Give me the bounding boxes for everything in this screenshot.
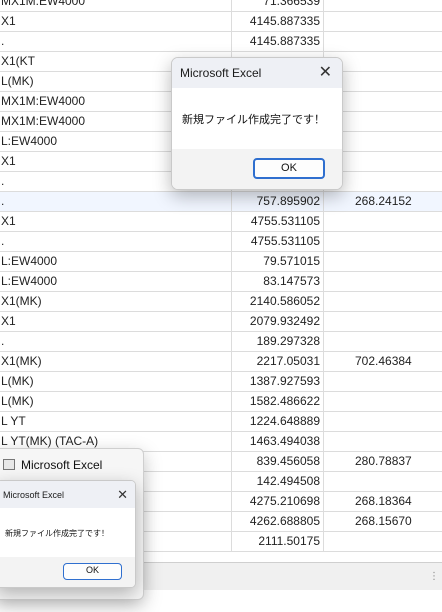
- cell-value[interactable]: 4145.887335: [232, 32, 324, 51]
- cell-name[interactable]: X1: [0, 312, 232, 331]
- cell-value[interactable]: 1582.486622: [232, 392, 324, 411]
- cell-extra-text: 702.46384: [355, 354, 412, 368]
- cell-name[interactable]: L(MK): [0, 392, 232, 411]
- cell-extra[interactable]: [324, 12, 442, 31]
- cell-name[interactable]: X1(MK): [0, 352, 232, 371]
- dialog-message: 新規ファイル作成完了です！: [182, 114, 325, 126]
- cell-extra[interactable]: [324, 532, 442, 551]
- cell-extra[interactable]: [324, 392, 442, 411]
- table-row[interactable]: . 757.895902 268.24152: [0, 192, 442, 212]
- cell-name[interactable]: X1(MK): [0, 292, 232, 311]
- cell-name[interactable]: X1: [0, 212, 232, 231]
- cell-extra[interactable]: [324, 0, 442, 11]
- excel-window-title: Microsoft Excel: [21, 458, 103, 472]
- cell-value[interactable]: 1224.648889: [232, 412, 324, 431]
- cell-name[interactable]: .: [0, 332, 232, 351]
- cell-value[interactable]: 79.571015: [232, 252, 324, 271]
- dialog-title-bar: Microsoft Excel ✕: [172, 58, 342, 88]
- table-row[interactable]: L:EW4000 79.571015: [0, 252, 442, 272]
- cell-extra[interactable]: [324, 252, 442, 271]
- cell-value[interactable]: 2111.50175: [232, 532, 324, 551]
- cell-extra[interactable]: [324, 332, 442, 351]
- cell-value[interactable]: 83.147573: [232, 272, 324, 291]
- table-row[interactable]: MX1M:EW4000 71.366539: [0, 0, 442, 12]
- small-dialog-footer: OK: [0, 557, 135, 587]
- small-message-dialog: Microsoft Excel ✕ 新規ファイル作成完了です！ OK: [0, 480, 136, 588]
- cell-value[interactable]: 2140.586052: [232, 292, 324, 311]
- small-dialog-title-bar: Microsoft Excel ✕: [0, 481, 135, 508]
- cell-extra[interactable]: 268.18364: [324, 492, 442, 511]
- table-row[interactable]: L YT 1224.648889: [0, 412, 442, 432]
- cell-extra[interactable]: [324, 472, 442, 491]
- more-options-icon[interactable]: ⋮: [429, 571, 440, 582]
- table-row[interactable]: L:EW4000 83.147573: [0, 272, 442, 292]
- table-row[interactable]: X1(MK) 2140.586052: [0, 292, 442, 312]
- cell-value[interactable]: 757.895902: [232, 192, 324, 211]
- small-close-icon[interactable]: ✕: [117, 488, 128, 501]
- cell-value[interactable]: 4145.887335: [232, 12, 324, 31]
- cell-value[interactable]: 4275.210698: [232, 492, 324, 511]
- message-dialog: Microsoft Excel ✕ 新規ファイル作成完了です！ OK: [171, 57, 343, 190]
- table-row[interactable]: X1 4145.887335: [0, 12, 442, 32]
- window-icon: [3, 459, 15, 470]
- ok-button[interactable]: OK: [253, 158, 325, 179]
- cell-name[interactable]: X1: [0, 12, 232, 31]
- cell-value[interactable]: 71.366539: [232, 0, 324, 11]
- cell-value[interactable]: 2079.932492: [232, 312, 324, 331]
- cell-value[interactable]: 1387.927593: [232, 372, 324, 391]
- table-row[interactable]: X1 4755.531105: [0, 212, 442, 232]
- cell-value[interactable]: 142.494508: [232, 472, 324, 491]
- cell-value[interactable]: 4755.531105: [232, 212, 324, 231]
- cell-extra[interactable]: 268.15670: [324, 512, 442, 531]
- table-row[interactable]: L(MK) 1582.486622: [0, 392, 442, 412]
- cell-name[interactable]: .: [0, 232, 232, 251]
- cell-name[interactable]: L(MK): [0, 372, 232, 391]
- table-row[interactable]: X1(MK) 2217.05031 702.46384: [0, 352, 442, 372]
- dialog-footer: OK: [172, 149, 342, 189]
- cell-value[interactable]: 4262.688805: [232, 512, 324, 531]
- cell-extra[interactable]: [324, 412, 442, 431]
- small-ok-button[interactable]: OK: [63, 563, 122, 580]
- cell-extra[interactable]: [324, 32, 442, 51]
- small-dialog-title: Microsoft Excel: [3, 490, 65, 500]
- cell-extra-text: 268.18364: [355, 494, 412, 508]
- cell-extra[interactable]: [324, 312, 442, 331]
- cell-extra-text: 268.15670: [355, 514, 412, 528]
- cell-extra-text: 268.24152: [355, 194, 412, 208]
- table-row[interactable]: . 4755.531105: [0, 232, 442, 252]
- close-icon[interactable]: ✕: [319, 65, 332, 81]
- table-row[interactable]: . 189.297328: [0, 332, 442, 352]
- cell-value[interactable]: 1463.494038: [232, 432, 324, 451]
- cell-extra-text: 280.78837: [355, 454, 412, 468]
- table-row[interactable]: L(MK) 1387.927593: [0, 372, 442, 392]
- cell-extra[interactable]: [324, 232, 442, 251]
- cell-extra[interactable]: 702.46384: [324, 352, 442, 371]
- cell-extra[interactable]: [324, 372, 442, 391]
- cell-extra[interactable]: 280.78837: [324, 452, 442, 471]
- cell-name[interactable]: L:EW4000: [0, 272, 232, 291]
- table-row[interactable]: . 4145.887335: [0, 32, 442, 52]
- dialog-title: Microsoft Excel: [180, 66, 262, 80]
- cell-name[interactable]: L:EW4000: [0, 252, 232, 271]
- cell-name[interactable]: L YT: [0, 412, 232, 431]
- cell-extra[interactable]: [324, 272, 442, 291]
- cell-value[interactable]: 2217.05031: [232, 352, 324, 371]
- cell-extra[interactable]: 268.24152: [324, 192, 442, 211]
- cell-value[interactable]: 839.456058: [232, 452, 324, 471]
- cell-name[interactable]: .: [0, 32, 232, 51]
- cell-extra[interactable]: [324, 432, 442, 451]
- small-dialog-message: 新規ファイル作成完了です！: [5, 529, 109, 538]
- cell-name[interactable]: MX1M:EW4000: [0, 0, 232, 11]
- cell-value[interactable]: 4755.531105: [232, 232, 324, 251]
- cell-extra[interactable]: [324, 292, 442, 311]
- table-row[interactable]: X1 2079.932492: [0, 312, 442, 332]
- cell-value[interactable]: 189.297328: [232, 332, 324, 351]
- cell-extra[interactable]: [324, 212, 442, 231]
- cell-name[interactable]: .: [0, 192, 232, 211]
